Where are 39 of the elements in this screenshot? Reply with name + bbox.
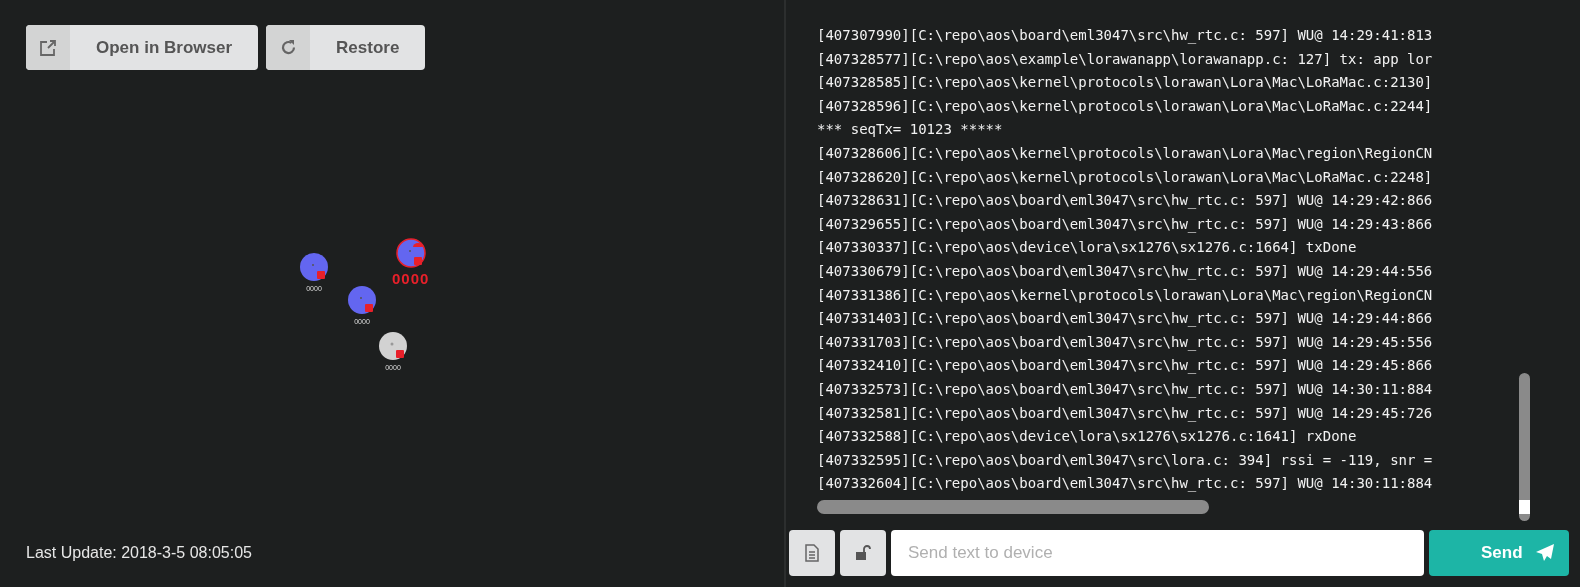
file-button[interactable] bbox=[789, 530, 835, 576]
log-line: [407332588][C:\repo\aos\device\lora\sx1276\sx1276.c:1641] rxDone bbox=[817, 427, 1357, 447]
log-line: [407328631][C:\repo\aos\board\eml3047\src\hw_rtc.c: 597] WU@ 14:29:42:866 bbox=[817, 191, 1433, 211]
log-line: [407330337][C:\repo\aos\device\lora\sx1276\sx1276.c:1664] txDone bbox=[817, 238, 1357, 258]
unlock-button[interactable] bbox=[840, 530, 886, 576]
device-node-icon[interactable] bbox=[378, 331, 408, 361]
log-line: [407332573][C:\repo\aos\board\eml3047\src\hw_rtc.c: 597] WU@ 14:30:11:884 bbox=[817, 379, 1433, 400]
log-line: [407332595][C:\repo\aos\board\eml3047\src\lora.c: 394] rssi = -119, snr = bbox=[817, 450, 1433, 470]
last-update-text: Last Update: 2018-3-5 08:05:05 bbox=[26, 543, 252, 563]
message-input[interactable]: Send text to device bbox=[891, 530, 1424, 576]
document-icon bbox=[805, 544, 819, 562]
device-label: 0000 bbox=[392, 271, 430, 286]
log-line: [407332410][C:\repo\aos\board\eml3047\src\hw_rtc.c: 597] WU@ 14:29:45:866 bbox=[817, 356, 1433, 376]
log-line: [407328606][C:\repo\aos\kernel\protocols\lorawan\Lora\Mac\region\RegionCN bbox=[817, 143, 1433, 163]
log-line: [407328596][C:\repo\aos\kernel\protocols\lorawan\Lora\Mac\LoRaMac.c:2244] bbox=[817, 96, 1433, 116]
log-line: [407307990][C:\repo\aos\board\eml3047\src\hw_rtc.c: 597] WU@ 14:29:41:813 bbox=[817, 26, 1433, 46]
log-line: [407332604][C:\repo\aos\board\eml3047\src\hw_rtc.c: 597] WU@ 14:30:11:884 bbox=[817, 474, 1433, 494]
device-node-icon[interactable] bbox=[299, 252, 329, 282]
refresh-icon bbox=[279, 39, 297, 56]
vertical-scrollbar[interactable] bbox=[1519, 373, 1530, 521]
scrollbar-corner bbox=[1519, 500, 1530, 514]
unlock-icon bbox=[855, 545, 871, 561]
log-line: [407332581][C:\repo\aos\board\eml3047\src\hw_rtc.c: 597] WU@ 14:29:45:726 bbox=[817, 403, 1433, 424]
open-in-browser-button[interactable]: Open in Browser bbox=[26, 25, 259, 70]
log-line: [407328577][C:\repo\aos\example\lorawanapp\lorawanapp.c: 127] tx: app lor bbox=[817, 49, 1433, 69]
log-line: [407331403][C:\repo\aos\board\eml3047\src\hw_rtc.c: 597] WU@ 14:29:44:866 bbox=[817, 309, 1433, 329]
log-line: [407328585][C:\repo\aos\kernel\protocols\lorawan\Lora\Mac\LoRaMac.c:2130] bbox=[817, 73, 1433, 93]
log-line: [407328620][C:\repo\aos\kernel\protocols\lorawan\Lora\Mac\LoRaMac.c:2248] bbox=[817, 167, 1433, 187]
log-line: [407331386][C:\repo\aos\kernel\protocols\lorawan\Lora\Mac\region\RegionCN bbox=[817, 285, 1433, 305]
log-line: [407329655][C:\repo\aos\board\eml3047\src\hw_rtc.c: 597] WU@ 14:29:43:866 bbox=[817, 214, 1433, 235]
device-node-icon[interactable] bbox=[347, 285, 377, 315]
send-icon bbox=[1535, 543, 1555, 563]
horizontal-scrollbar[interactable] bbox=[817, 500, 1209, 514]
restore-button[interactable]: Restore bbox=[266, 25, 426, 70]
log-line: [407330679][C:\repo\aos\board\eml3047\src\hw_rtc.c: 597] WU@ 14:29:44:556 bbox=[817, 261, 1433, 282]
log-line: [407331703][C:\repo\aos\board\eml3047\src\hw_rtc.c: 597] WU@ 14:29:45:556 bbox=[817, 332, 1433, 353]
device-node-icon[interactable] bbox=[395, 238, 426, 268]
log-line: *** seqTx= 10123 ***** bbox=[817, 120, 1003, 140]
external-link-icon bbox=[39, 38, 57, 57]
